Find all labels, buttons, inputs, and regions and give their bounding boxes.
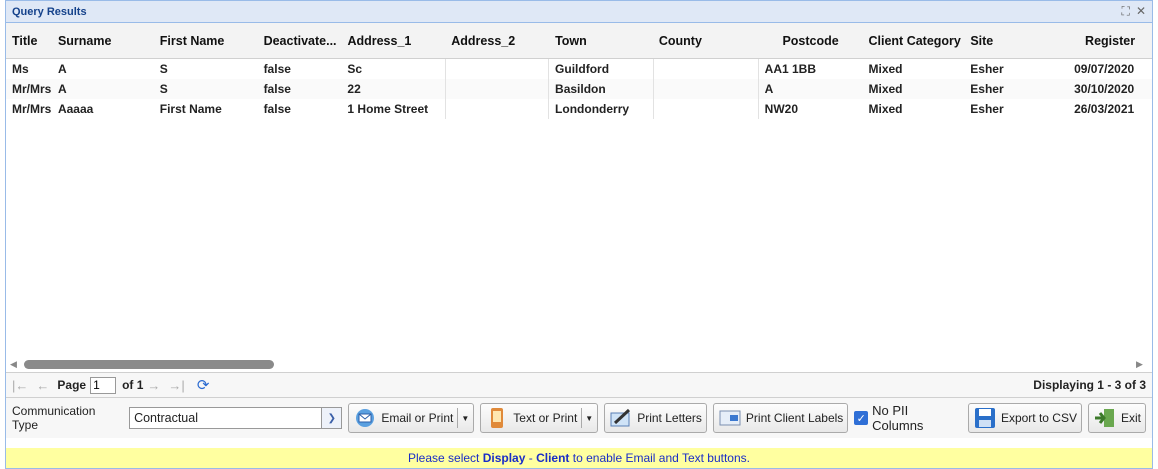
status-message: Please select Display - Client to enable… xyxy=(6,448,1152,468)
cell-address1: 1 Home Street xyxy=(347,102,429,116)
cell-site: Esher xyxy=(970,102,1004,116)
scroll-left-icon[interactable]: ◀ xyxy=(10,359,22,370)
cell-first-name: First Name xyxy=(159,102,222,116)
refresh-icon[interactable]: ⟳ xyxy=(197,376,210,394)
cell-register: 30/10/2020 xyxy=(1074,82,1135,96)
close-icon[interactable]: ✕ xyxy=(1136,4,1146,19)
labels-icon xyxy=(718,406,742,430)
table-row[interactable]: Ms A Sfalse Sc Guildford AA1 1BB Mixed Esher 09/… xyxy=(6,59,1152,79)
no-pii-columns-checkbox[interactable]: ✓ No PII Columns xyxy=(854,403,962,433)
column-header-title[interactable]: Title xyxy=(6,23,52,58)
email-icon xyxy=(353,406,377,430)
cell-address2 xyxy=(445,99,550,119)
print-client-labels-button[interactable]: Print Client Labels xyxy=(712,403,849,433)
cell-client-category: Mixed xyxy=(868,62,903,76)
cell-client-category: Mixed xyxy=(868,82,903,96)
pager: |← ← Page of 1 → →| ⟳ Displaying 1 - 3 o… xyxy=(6,372,1152,398)
cell-postcode: A xyxy=(764,82,774,96)
scroll-right-icon[interactable]: ▶ xyxy=(1136,359,1148,370)
cell-site: Esher xyxy=(970,62,1004,76)
column-header-client-category[interactable]: Client Category xyxy=(863,23,965,58)
communication-type-select[interactable]: Contractual ❯ xyxy=(129,407,343,429)
exit-door-icon xyxy=(1093,406,1117,430)
column-header-address1[interactable]: Address_1 xyxy=(341,23,445,58)
grid-header: Title Surname First Name Deactivate... Addre… xyxy=(6,23,1152,59)
cell-town: Basildon xyxy=(555,82,606,96)
last-page-icon[interactable]: →| xyxy=(168,378,184,393)
pen-letter-icon xyxy=(609,406,633,430)
cell-county xyxy=(652,79,759,99)
save-disk-icon xyxy=(973,406,997,430)
table-row[interactable]: Mr/Mrs Aaaaa First Name false 1 Home Street L… xyxy=(6,99,1152,119)
communication-type-value: Contractual xyxy=(134,411,198,425)
email-or-print-button[interactable]: Email or Print ▼ xyxy=(348,403,475,433)
first-page-icon[interactable]: |← xyxy=(12,378,28,393)
mobile-phone-icon xyxy=(485,406,509,430)
column-header-postcode[interactable]: Postcode xyxy=(759,23,863,58)
horizontal-scrollbar[interactable]: ◀ ▶ xyxy=(6,356,1152,372)
cell-site: Esher xyxy=(970,82,1004,96)
column-header-surname[interactable]: Surname xyxy=(52,23,154,58)
cell-postcode: AA1 1BB xyxy=(764,62,817,76)
cell-town: Guildford xyxy=(555,62,610,76)
cell-title: Ms xyxy=(12,62,29,76)
column-header-county[interactable]: County xyxy=(653,23,759,58)
page-count: of 1 xyxy=(122,378,144,392)
cell-postcode: NW20 xyxy=(764,102,799,116)
status-display-link: Display xyxy=(482,451,526,465)
print-letters-button[interactable]: Print Letters xyxy=(604,403,707,433)
column-header-town[interactable]: Town xyxy=(549,23,653,58)
column-header-address2[interactable]: Address_2 xyxy=(445,23,549,58)
column-header-site[interactable]: Site xyxy=(964,23,1068,58)
exit-button[interactable]: Exit xyxy=(1087,403,1146,433)
text-dropdown-icon[interactable]: ▼ xyxy=(581,408,593,428)
page-input[interactable] xyxy=(90,376,117,394)
cell-title: Mr/Mrs xyxy=(12,82,52,96)
table-row[interactable]: Mr/Mrs A Sfalse 22 Basildon A Mixed Esher 30/10/… xyxy=(6,79,1152,99)
text-or-print-button[interactable]: Text or Print ▼ xyxy=(480,403,599,433)
cell-title: Mr/Mrs xyxy=(12,102,52,116)
cell-register: 26/03/2021 xyxy=(1074,102,1135,116)
prev-page-icon[interactable]: ← xyxy=(36,378,49,393)
cell-address2 xyxy=(445,59,550,79)
cell-town: Londonderry xyxy=(555,102,630,116)
next-page-icon[interactable]: → xyxy=(147,378,160,393)
cell-deactivated: false xyxy=(263,102,291,116)
cell-surname: A xyxy=(57,62,67,76)
communication-type-label: Communication Type xyxy=(12,404,96,432)
checkbox-checked-icon[interactable]: ✓ xyxy=(854,411,869,425)
bottom-toolbar: Communication Type Contractual ❯ Email o… xyxy=(6,398,1152,438)
chevron-down-icon[interactable]: ❯ xyxy=(321,408,342,428)
cell-county xyxy=(652,99,759,119)
window-title: Query Results xyxy=(12,5,87,18)
cell-address2 xyxy=(445,79,550,99)
cell-deactivated: false xyxy=(263,82,291,96)
status-client-link: Client xyxy=(536,451,570,465)
grid-body: Ms A Sfalse Sc Guildford AA1 1BB Mixed Esher 09/… xyxy=(6,59,1152,356)
query-results-window: Query Results ⛶ ✕ Title Surname First Name… xyxy=(5,0,1153,469)
cell-first-name: S xyxy=(159,62,168,76)
cell-first-name: S xyxy=(159,82,168,96)
maximize-icon[interactable]: ⛶ xyxy=(1122,4,1130,19)
cell-surname: A xyxy=(57,82,67,96)
cell-client-category: Mixed xyxy=(868,102,903,116)
window-titlebar: Query Results ⛶ ✕ xyxy=(6,1,1152,23)
cell-county xyxy=(652,59,759,79)
export-to-csv-button[interactable]: Export to CSV xyxy=(967,403,1082,433)
scrollbar-thumb[interactable] xyxy=(24,359,274,369)
cell-address1: 22 xyxy=(347,82,361,96)
displaying-count: Displaying 1 - 3 of 3 xyxy=(1033,378,1146,392)
column-header-deactivated[interactable]: Deactivate... xyxy=(258,23,342,58)
cell-surname: Aaaaa xyxy=(57,102,94,116)
page-label: Page xyxy=(57,378,87,392)
column-header-register[interactable]: Register xyxy=(1068,23,1152,58)
cell-address1: Sc xyxy=(347,62,363,76)
column-header-first-name[interactable]: First Name xyxy=(154,23,258,58)
cell-deactivated: false xyxy=(263,62,291,76)
email-dropdown-icon[interactable]: ▼ xyxy=(457,408,469,428)
cell-register: 09/07/2020 xyxy=(1074,62,1135,76)
